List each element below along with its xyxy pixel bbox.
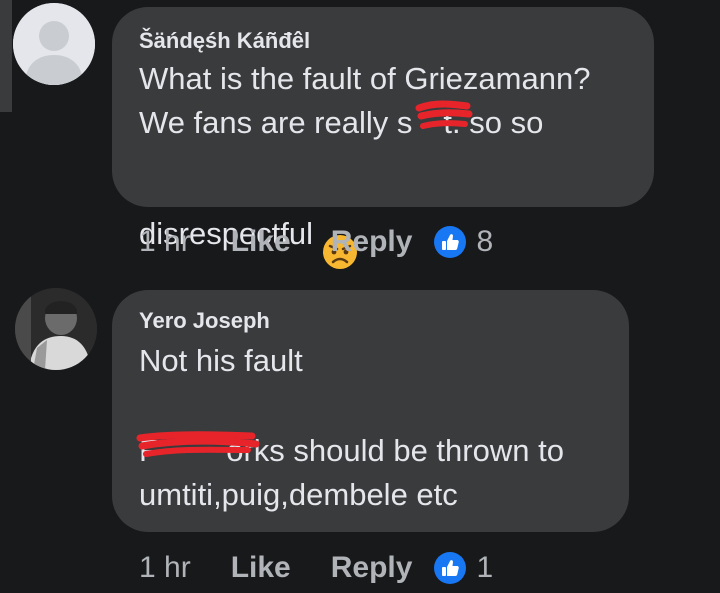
thumbs-up-icon[interactable] xyxy=(434,552,467,584)
comment-text-line-4: umtiti,puig,dembele etc xyxy=(139,477,458,512)
reply-button[interactable]: Reply xyxy=(331,551,413,585)
comment-author[interactable]: Yero Joseph xyxy=(139,308,270,334)
comment-timestamp[interactable]: 1 hr xyxy=(139,551,191,585)
comment-actions: 1 hr Like Reply 1 xyxy=(139,548,493,588)
like-button[interactable]: Like xyxy=(231,551,291,585)
comment-text-line-3: F orks should be thrown to xyxy=(139,433,564,468)
comment-text-line-1: Not his fault xyxy=(139,343,303,378)
user-photo-icon xyxy=(15,288,97,370)
comment-2: Yero Joseph Not his fault F orks should … xyxy=(0,0,720,593)
avatar-yero-joseph[interactable] xyxy=(15,288,97,370)
reaction-count[interactable]: 1 xyxy=(476,551,493,585)
